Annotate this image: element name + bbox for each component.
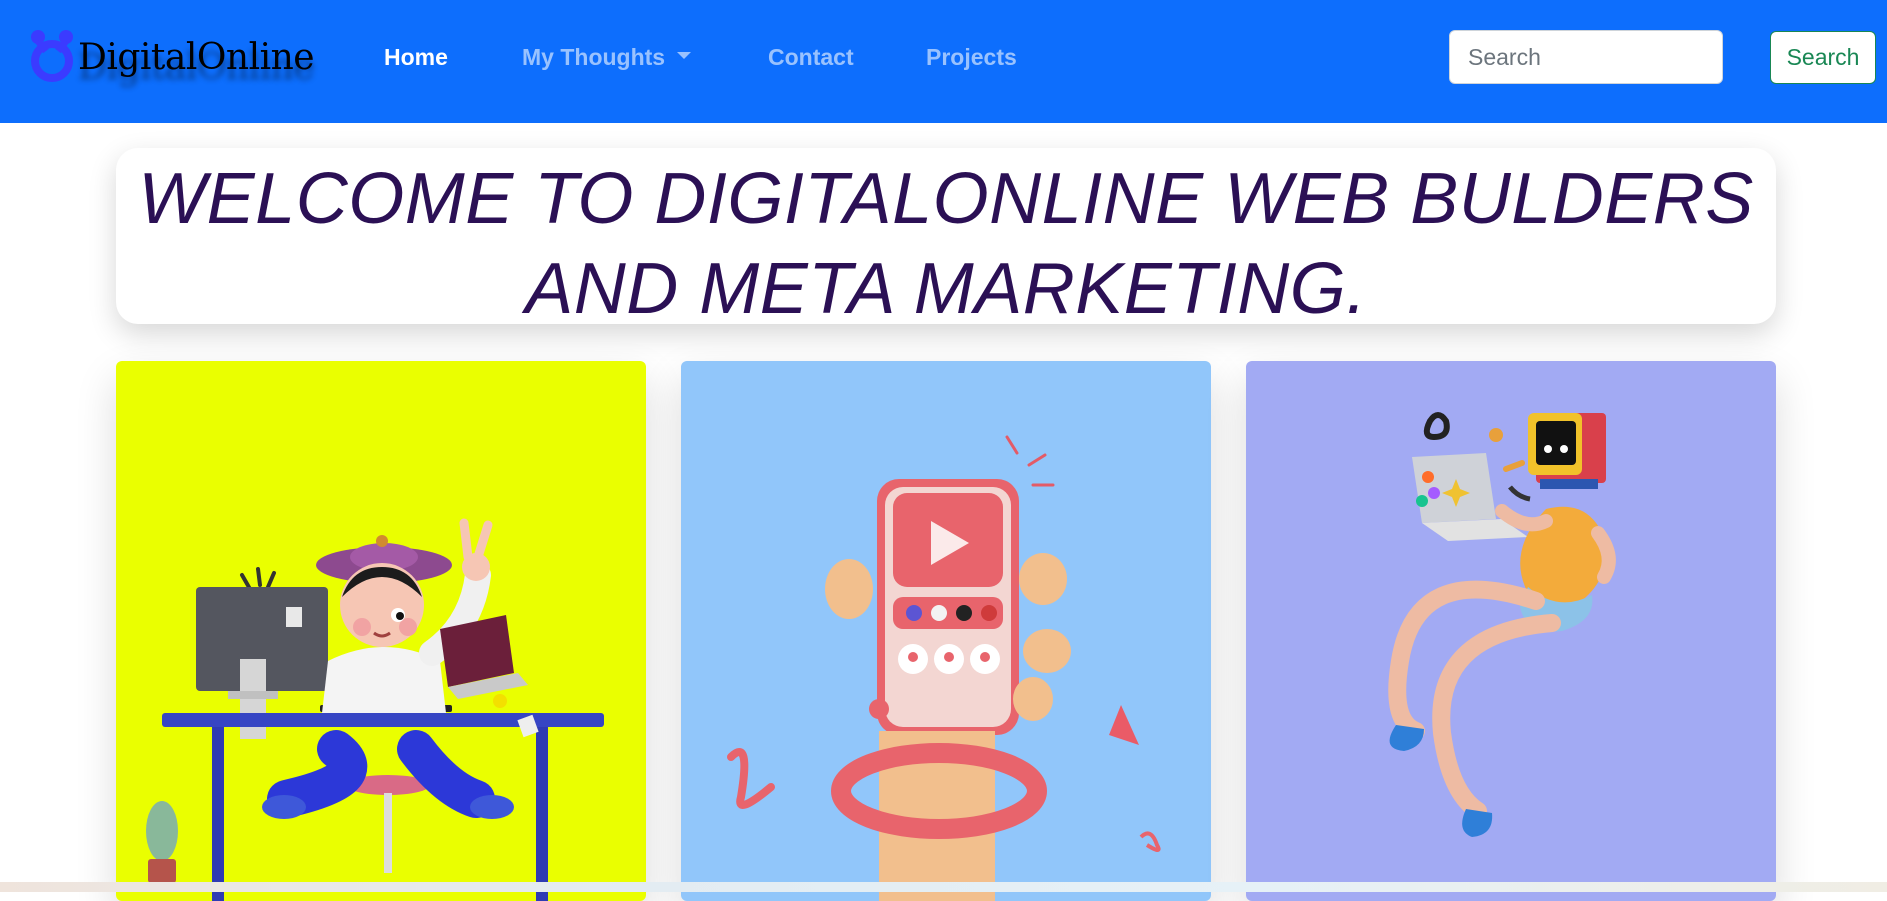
brand-name: DigitalOnline	[78, 36, 315, 78]
search-button[interactable]: Search	[1770, 31, 1876, 84]
brand-logo-icon	[31, 30, 73, 82]
card-desk-illustration	[116, 361, 646, 901]
card-flying-person-illustration	[1246, 361, 1776, 901]
navbar: DigitalOnline Home My Thoughts Contact P…	[0, 0, 1887, 123]
nav-link-contact[interactable]: Contact	[768, 44, 854, 71]
card-phone-illustration	[681, 361, 1211, 901]
page-title-line-1: WELCOME TO DIGITALONLINE WEB BULDERS	[138, 159, 1754, 239]
search-input[interactable]	[1449, 30, 1723, 84]
caret-down-icon	[677, 52, 692, 60]
brand-link[interactable]: DigitalOnline	[28, 26, 315, 88]
page-title-line-2: AND META MARKETING.	[525, 249, 1367, 329]
hand-holding-phone-video-illustration	[727, 435, 1161, 901]
welcome-banner: WELCOME TO DIGITALONLINE WEB BULDERS AND…	[116, 148, 1776, 329]
nav-dropdown-my-thoughts[interactable]: My Thoughts	[522, 44, 692, 71]
bottom-edge	[0, 882, 1887, 892]
nav-link-projects[interactable]: Projects	[926, 44, 1017, 71]
nav-dropdown-label: My Thoughts	[522, 44, 666, 70]
nav-link-home[interactable]: Home	[384, 44, 448, 71]
flying-person-laptop-illustration	[1388, 412, 1616, 837]
page-title: WELCOME TO DIGITALONLINE WEB BULDERS AND…	[116, 148, 1776, 334]
person-at-desk-illustration	[146, 518, 604, 901]
